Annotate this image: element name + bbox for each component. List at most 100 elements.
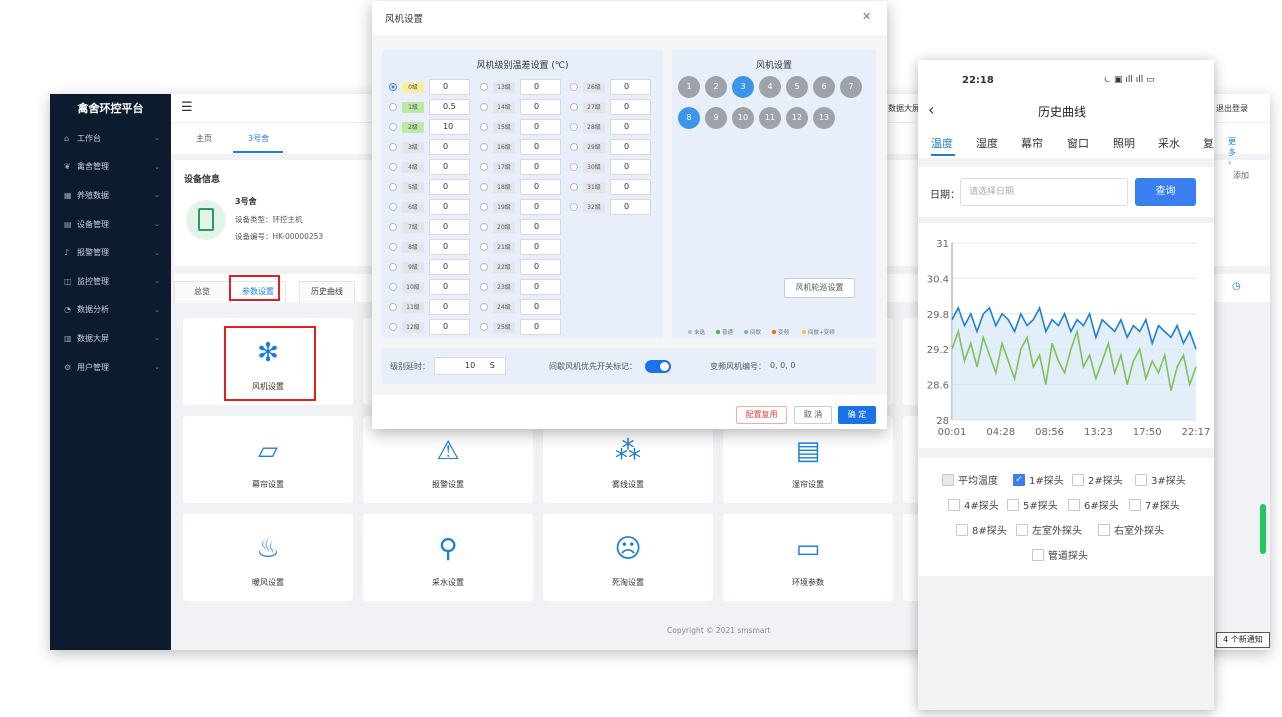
phone-tab-water[interactable]: 采水 xyxy=(1158,135,1180,151)
probe-checkbox[interactable]: 左室外探头 xyxy=(1016,522,1082,537)
fan-button[interactable]: 7 xyxy=(840,76,862,98)
phone-tab-curtain[interactable]: 幕帘 xyxy=(1021,135,1043,151)
add-link[interactable]: 添加 xyxy=(1233,170,1249,181)
fan-button[interactable]: 8 xyxy=(678,107,700,129)
logout-link[interactable]: 退出登录 xyxy=(1216,103,1248,114)
level-input[interactable]: 0 xyxy=(520,219,561,235)
query-button[interactable]: 查询 xyxy=(1135,178,1196,206)
level-input[interactable]: 0 xyxy=(520,199,561,215)
tile-heat[interactable]: ♨ 暖风设置 xyxy=(183,514,353,601)
close-icon[interactable]: ✕ xyxy=(862,10,871,23)
phone-tab-light[interactable]: 照明 xyxy=(1113,135,1135,151)
level-input[interactable]: 0 xyxy=(610,159,651,175)
back-icon[interactable]: ‹ xyxy=(928,100,934,119)
fan-loop-button[interactable]: 风机轮巡设置 xyxy=(784,278,855,298)
fan-button[interactable]: 13 xyxy=(813,107,835,129)
level-radio[interactable] xyxy=(480,203,488,211)
level-input[interactable]: 0 xyxy=(429,219,470,235)
level-radio[interactable] xyxy=(570,143,578,151)
level-radio[interactable] xyxy=(480,303,488,311)
level-radio[interactable] xyxy=(389,143,397,151)
level-radio[interactable] xyxy=(389,223,397,231)
config-reuse-button[interactable]: 配置复用 xyxy=(736,406,787,424)
level-radio[interactable] xyxy=(570,83,578,91)
level-input[interactable]: 0 xyxy=(520,319,561,335)
tab-overview[interactable]: 总览 xyxy=(174,281,230,303)
level-radio[interactable] xyxy=(480,223,488,231)
level-radio[interactable] xyxy=(389,203,397,211)
notification-badge[interactable]: 4 个新通知 xyxy=(1216,632,1270,648)
level-input[interactable]: 0 xyxy=(429,179,470,195)
clock-icon[interactable]: ◷ xyxy=(1232,281,1241,292)
cancel-button[interactable]: 取 消 xyxy=(794,406,832,424)
delay-input[interactable]: 10 S xyxy=(434,357,506,375)
sidebar-item-2[interactable]: ▦ 养殖数据 ⌄ xyxy=(50,181,171,210)
sidebar-item-1[interactable]: ❦ 禽舍管理 ⌄ xyxy=(50,153,171,182)
fan-button[interactable]: 2 xyxy=(705,76,727,98)
sidebar-item-8[interactable]: ⚙ 用户管理 ⌄ xyxy=(50,353,171,382)
level-radio[interactable] xyxy=(389,123,397,131)
topbar-data-screen[interactable]: 数据大屏 xyxy=(888,103,920,114)
fan-button[interactable]: 10 xyxy=(732,107,754,129)
probe-checkbox[interactable]: ✓ 1#探头 xyxy=(1013,472,1064,487)
level-input[interactable]: 0 xyxy=(429,239,470,255)
level-radio[interactable] xyxy=(570,163,578,171)
sidebar-item-5[interactable]: ◫ 监控管理 ⌄ xyxy=(50,267,171,296)
level-radio[interactable] xyxy=(480,83,488,91)
level-input[interactable]: 0 xyxy=(429,319,470,335)
level-radio[interactable] xyxy=(389,183,397,191)
level-input[interactable]: 0 xyxy=(520,99,561,115)
intermittent-toggle[interactable] xyxy=(645,360,671,373)
level-input[interactable]: 0 xyxy=(610,199,651,215)
level-radio[interactable] xyxy=(480,263,488,271)
tile-water-tap[interactable]: ⚲ 采水设置 xyxy=(363,514,533,601)
level-input[interactable]: 0 xyxy=(520,119,561,135)
fan-button[interactable]: 12 xyxy=(786,107,808,129)
level-radio[interactable] xyxy=(480,183,488,191)
level-input[interactable]: 0 xyxy=(520,139,561,155)
ok-button[interactable]: 确 定 xyxy=(838,406,876,424)
fan-button[interactable]: 3 xyxy=(732,76,754,98)
sidebar-item-0[interactable]: ⌂ 工作台 ⌄ xyxy=(50,124,171,153)
level-input[interactable]: 0 xyxy=(429,159,470,175)
fan-button[interactable]: 11 xyxy=(759,107,781,129)
level-radio[interactable] xyxy=(480,243,488,251)
level-input[interactable]: 0 xyxy=(520,299,561,315)
scrollbar-indicator[interactable] xyxy=(1260,504,1266,554)
level-input[interactable]: 0 xyxy=(429,79,470,95)
sidebar-item-4[interactable]: ♪ 报警管理 ⌄ xyxy=(50,238,171,267)
probe-checkbox[interactable]: 平均温度 xyxy=(942,472,998,487)
tile-mist[interactable]: ⁂ 雾线设置 xyxy=(543,416,713,503)
level-radio[interactable] xyxy=(389,303,397,311)
probe-checkbox[interactable]: 7#探头 xyxy=(1129,497,1180,512)
level-input[interactable]: 0 xyxy=(610,99,651,115)
probe-checkbox[interactable]: 右室外探头 xyxy=(1098,522,1164,537)
more-link[interactable]: 更多 › xyxy=(1228,136,1236,167)
hamburger-icon[interactable]: ☰ xyxy=(181,100,193,115)
tile-wet-curtain[interactable]: ▤ 湿帘设置 xyxy=(723,416,893,503)
level-radio[interactable] xyxy=(480,163,488,171)
level-radio[interactable] xyxy=(389,263,397,271)
probe-checkbox[interactable]: 2#探头 xyxy=(1072,472,1123,487)
tab-house-3[interactable]: 3号舍 xyxy=(248,133,269,144)
level-radio[interactable] xyxy=(480,143,488,151)
level-input[interactable]: 0 xyxy=(610,139,651,155)
level-input[interactable]: 0 xyxy=(610,79,651,95)
level-input[interactable]: 10 xyxy=(429,119,470,135)
level-input[interactable]: 0 xyxy=(520,179,561,195)
level-radio[interactable] xyxy=(389,283,397,291)
tab-history[interactable]: 历史曲线 xyxy=(299,281,355,303)
fan-button[interactable]: 1 xyxy=(678,76,700,98)
sidebar-item-6[interactable]: ◔ 数据分析 ⌄ xyxy=(50,296,171,325)
fan-button[interactable]: 9 xyxy=(705,107,727,129)
phone-tab-temp[interactable]: 温度 xyxy=(931,135,953,151)
level-input[interactable]: 0 xyxy=(520,279,561,295)
phone-tab-partial[interactable]: 复 xyxy=(1203,135,1214,151)
level-radio[interactable] xyxy=(570,203,578,211)
level-input[interactable]: 0.5 xyxy=(429,99,470,115)
phone-tab-humidity[interactable]: 湿度 xyxy=(976,135,998,151)
tile-monitor-leaf[interactable]: ▭ 环境参数 xyxy=(723,514,893,601)
level-radio[interactable] xyxy=(570,103,578,111)
level-input[interactable]: 0 xyxy=(520,259,561,275)
tab-home[interactable]: 主页 xyxy=(196,133,212,144)
